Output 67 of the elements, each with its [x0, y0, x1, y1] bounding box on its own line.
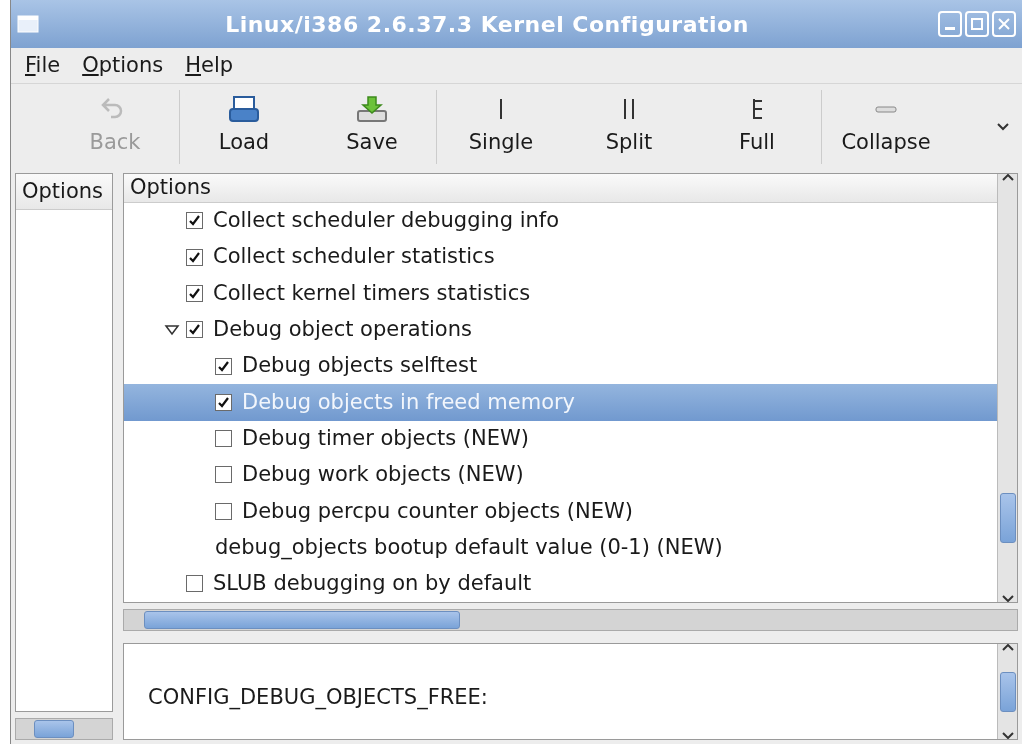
chevron-down-icon [996, 122, 1010, 132]
checkbox[interactable] [215, 430, 232, 448]
option-label: Debug objects in freed memory [242, 388, 576, 416]
minimize-icon [945, 27, 955, 30]
window-title: Linux/i386 2.6.37.3 Kernel Configuration [224, 10, 750, 39]
option-label: Collect scheduler debugging info [213, 207, 560, 235]
close-icon [998, 17, 1010, 31]
double-line-icon [624, 98, 634, 121]
horizontal-scrollbar[interactable] [123, 609, 1018, 631]
save-button[interactable]: Save [308, 86, 436, 168]
checkbox[interactable] [215, 502, 232, 520]
scrollbar-thumb[interactable] [999, 671, 1016, 712]
menu-item[interactable]: File [25, 49, 61, 82]
option-label: SLUB debugging on by default [213, 570, 532, 598]
collapse-button[interactable]: Collapse [822, 86, 950, 168]
vertical-scrollbar[interactable] [997, 174, 1017, 602]
column-header[interactable]: Options [16, 174, 112, 210]
option-label: Debug work objects (NEW) [242, 461, 524, 489]
chevron-up-icon[interactable] [1001, 174, 1014, 182]
tree-row[interactable]: Collect scheduler debugging info [124, 202, 997, 240]
single-line-icon [500, 98, 502, 121]
printer-icon [228, 95, 260, 124]
config-symbol: CONFIG_DEBUG_OBJECTS_FREE: [148, 685, 488, 709]
option-label: Collect kernel timers statistics [213, 279, 531, 307]
checkbox[interactable] [186, 248, 203, 266]
tree-row[interactable]: Debug percpu counter objects (NEW) [124, 493, 997, 530]
checkbox[interactable] [186, 284, 203, 302]
chevron-up-icon[interactable] [1001, 644, 1014, 652]
expanded-triangle-icon[interactable] [164, 323, 180, 336]
tree-row[interactable]: Debug objects selftest [124, 347, 997, 385]
dash-icon [875, 105, 897, 113]
checkbox[interactable] [215, 357, 232, 375]
option-label: Debug object operations [213, 316, 472, 343]
column-header[interactable]: Options [124, 174, 997, 203]
checkbox[interactable] [215, 466, 232, 484]
option-label: debug_objects bootup default value (0-1) (NEW) [215, 533, 723, 562]
scrollbar-thumb[interactable] [34, 720, 74, 738]
checkbox[interactable] [186, 212, 203, 230]
tree-lines-icon [752, 98, 762, 121]
horizontal-scrollbar[interactable] [15, 718, 113, 740]
option-label: Debug objects selftest [242, 352, 478, 380]
scrollbar-thumb[interactable] [999, 493, 1016, 543]
checkbox[interactable] [186, 575, 203, 593]
tree-row[interactable]: Debug work objects (NEW) [124, 456, 997, 494]
tree-row[interactable]: SLUB debugging on by default [124, 565, 997, 602]
option-label: Collect scheduler statistics [213, 243, 495, 271]
menu-item[interactable]: Options [82, 49, 164, 82]
chevron-down-icon[interactable] [1001, 731, 1014, 739]
option-label: Debug timer objects (NEW) [242, 424, 529, 452]
checkbox[interactable] [215, 393, 232, 411]
menu-item[interactable]: Help [185, 49, 234, 82]
download-drive-icon [356, 95, 388, 124]
vertical-scrollbar[interactable] [997, 644, 1017, 739]
checkbox[interactable] [186, 321, 203, 339]
tree-row[interactable]: Debug timer objects (NEW) [124, 420, 997, 457]
full-button[interactable]: Full [693, 86, 821, 168]
tree-row[interactable]: Collect kernel timers statistics [124, 275, 997, 312]
maximize-icon [970, 17, 984, 31]
tree-row[interactable]: debug_objects bootup default value (0-1) (NEW) [124, 529, 997, 566]
split-button[interactable]: Split [565, 86, 693, 168]
chevron-down-icon[interactable] [1001, 594, 1014, 602]
load-button[interactable]: Load [180, 86, 308, 168]
option-label: Debug percpu counter objects (NEW) [242, 497, 633, 525]
single-button[interactable]: Single [437, 86, 565, 168]
tree-row[interactable]: Collect scheduler statistics [124, 239, 997, 276]
tree-row[interactable]: Debug object operations [124, 311, 997, 348]
scrollbar-thumb[interactable] [144, 611, 460, 629]
